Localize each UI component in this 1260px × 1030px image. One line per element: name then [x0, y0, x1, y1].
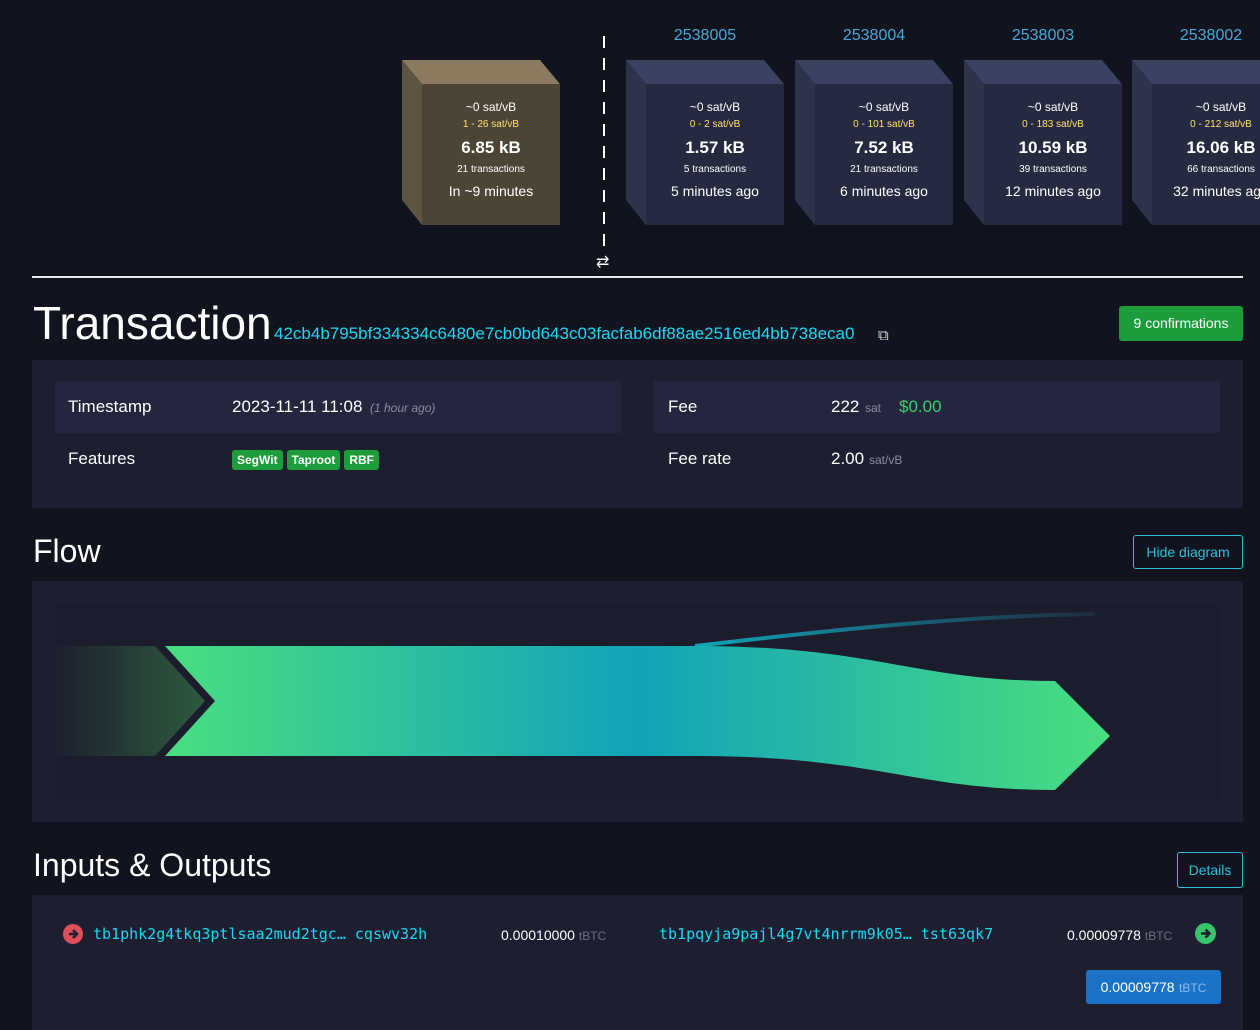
timestamp-value: 2023-11-11 11:08 — [232, 397, 363, 416]
block-height[interactable]: 2538003 — [964, 27, 1122, 45]
block-time: 12 minutes ago — [1005, 183, 1101, 199]
timestamp-relative: (1 hour ago) — [370, 401, 436, 415]
tx-count: 21 transactions — [457, 164, 525, 175]
block-height[interactable]: 2538002 — [1132, 27, 1260, 45]
tx-count: 21 transactions — [850, 164, 918, 175]
fee-unit: sat — [865, 401, 882, 415]
fee-fiat: $0.00 — [899, 397, 942, 416]
confirmations-badge: 9 confirmations — [1119, 306, 1243, 341]
block-size: 16.06 kB — [1186, 138, 1256, 157]
fee-range: 0 - 101 sat/vB — [853, 119, 915, 130]
mined-block[interactable]: ~0 sat/vB 0 - 183 sat/vB 10.59 kB 39 tra… — [964, 60, 1122, 225]
mined-block[interactable]: ~0 sat/vB 0 - 2 sat/vB 1.57 kB 5 transac… — [626, 60, 784, 225]
fee-rate-label: Fee rate — [668, 449, 732, 468]
mined-block-face: ~0 sat/vB 0 - 183 sat/vB 10.59 kB 39 tra… — [984, 84, 1122, 225]
block-size: 7.52 kB — [854, 138, 914, 157]
section-divider — [32, 276, 1243, 278]
input-amount-unit: tBTC — [578, 929, 607, 943]
mined-block[interactable]: ~0 sat/vB 0 - 212 sat/vB 16.06 kB 66 tra… — [1132, 60, 1260, 225]
mined-block-face: ~0 sat/vB 0 - 212 sat/vB 16.06 kB 66 tra… — [1152, 84, 1260, 225]
swap-arrows-icon[interactable]: ⇄ — [596, 252, 609, 272]
output-arrow-icon[interactable] — [1195, 923, 1216, 944]
input-amount-value: 0.00010000 — [501, 927, 575, 943]
input-address[interactable]: tb1phk2g4tkq3ptlsaa2mud2tgc… cqswv32h — [93, 925, 427, 943]
tx-count: 66 transactions — [1187, 164, 1255, 175]
block-height[interactable]: 2538004 — [795, 27, 953, 45]
features-label: Features — [68, 449, 136, 468]
total-amount-unit: tBTC — [1179, 981, 1207, 995]
hide-diagram-button[interactable]: Hide diagram — [1133, 535, 1243, 569]
block-size: 1.57 kB — [685, 138, 745, 157]
fee-range: 0 - 183 sat/vB — [1022, 119, 1084, 130]
features-badges: SegWit Taproot RBF — [232, 450, 383, 470]
flow-diagram — [55, 604, 1221, 800]
output-amount-unit: tBTC — [1144, 929, 1173, 943]
fee-median: ~0 sat/vB — [858, 100, 910, 114]
fee-median: ~0 sat/vB — [1027, 100, 1079, 114]
pending-block-face: ~0 sat/vB 1 - 26 sat/vB 6.85 kB 21 trans… — [422, 84, 560, 225]
input-amount: 0.00010000 tBTC — [501, 927, 606, 943]
io-title: Inputs & Outputs — [33, 847, 272, 883]
timestamp-label: Timestamp — [68, 397, 152, 416]
fee-median: ~0 sat/vB — [465, 100, 517, 114]
feature-badge-rbf[interactable]: RBF — [344, 450, 380, 470]
details-button[interactable]: Details — [1177, 852, 1243, 888]
block-time: 5 minutes ago — [671, 183, 759, 199]
block-time: 32 minutes ago — [1173, 183, 1260, 199]
flow-title: Flow — [33, 533, 101, 569]
block-time: In ~9 minutes — [448, 183, 534, 199]
fee-median: ~0 sat/vB — [689, 100, 741, 114]
tx-count: 39 transactions — [1019, 164, 1087, 175]
copy-icon[interactable]: ⧉ — [878, 327, 889, 344]
page-title: Transaction — [33, 297, 272, 349]
block-size: 6.85 kB — [461, 138, 521, 157]
block-height[interactable]: 2538005 — [626, 27, 784, 45]
io-panel — [32, 895, 1243, 1030]
input-arrow-icon[interactable] — [63, 924, 83, 944]
txid-link[interactable]: 42cb4b795bf334334c6480e7cb0bd643c03facfa… — [274, 324, 854, 344]
total-amount-value: 0.00009778 — [1100, 979, 1175, 995]
feature-badge-taproot[interactable]: Taproot — [286, 450, 341, 470]
mempool-divider — [603, 36, 605, 251]
tx-count: 5 transactions — [683, 164, 747, 175]
output-amount: 0.00009778 tBTC — [1067, 927, 1172, 943]
fee-rate-value: 2.00 — [831, 449, 865, 468]
fee-range: 0 - 212 sat/vB — [1190, 119, 1252, 130]
fee-range: 1 - 26 sat/vB — [462, 119, 520, 130]
block-size: 10.59 kB — [1018, 138, 1088, 157]
output-address[interactable]: tb1pqyja9pajl4g7vt4nrrm9k05… tst63qk7 — [659, 925, 993, 943]
mined-block-face: ~0 sat/vB 0 - 101 sat/vB 7.52 kB 21 tran… — [815, 84, 953, 225]
fee-range: 0 - 2 sat/vB — [689, 119, 741, 130]
fee-label: Fee — [668, 397, 698, 416]
mined-block-face: ~0 sat/vB 0 - 2 sat/vB 1.57 kB 5 transac… — [646, 84, 784, 225]
mined-block[interactable]: ~0 sat/vB 0 - 101 sat/vB 7.52 kB 21 tran… — [795, 60, 953, 225]
pending-block[interactable]: ~0 sat/vB 1 - 26 sat/vB 6.85 kB 21 trans… — [402, 60, 560, 225]
fee-median: ~0 sat/vB — [1195, 100, 1247, 114]
output-amount-value: 0.00009778 — [1067, 927, 1141, 943]
block-time: 6 minutes ago — [840, 183, 928, 199]
feature-badge-segwit[interactable]: SegWit — [232, 450, 283, 470]
total-output-badge: 0.00009778 tBTC — [1086, 970, 1221, 1004]
fee-rate-unit: sat/vB — [869, 453, 903, 467]
fee-value: 222 — [831, 397, 860, 416]
